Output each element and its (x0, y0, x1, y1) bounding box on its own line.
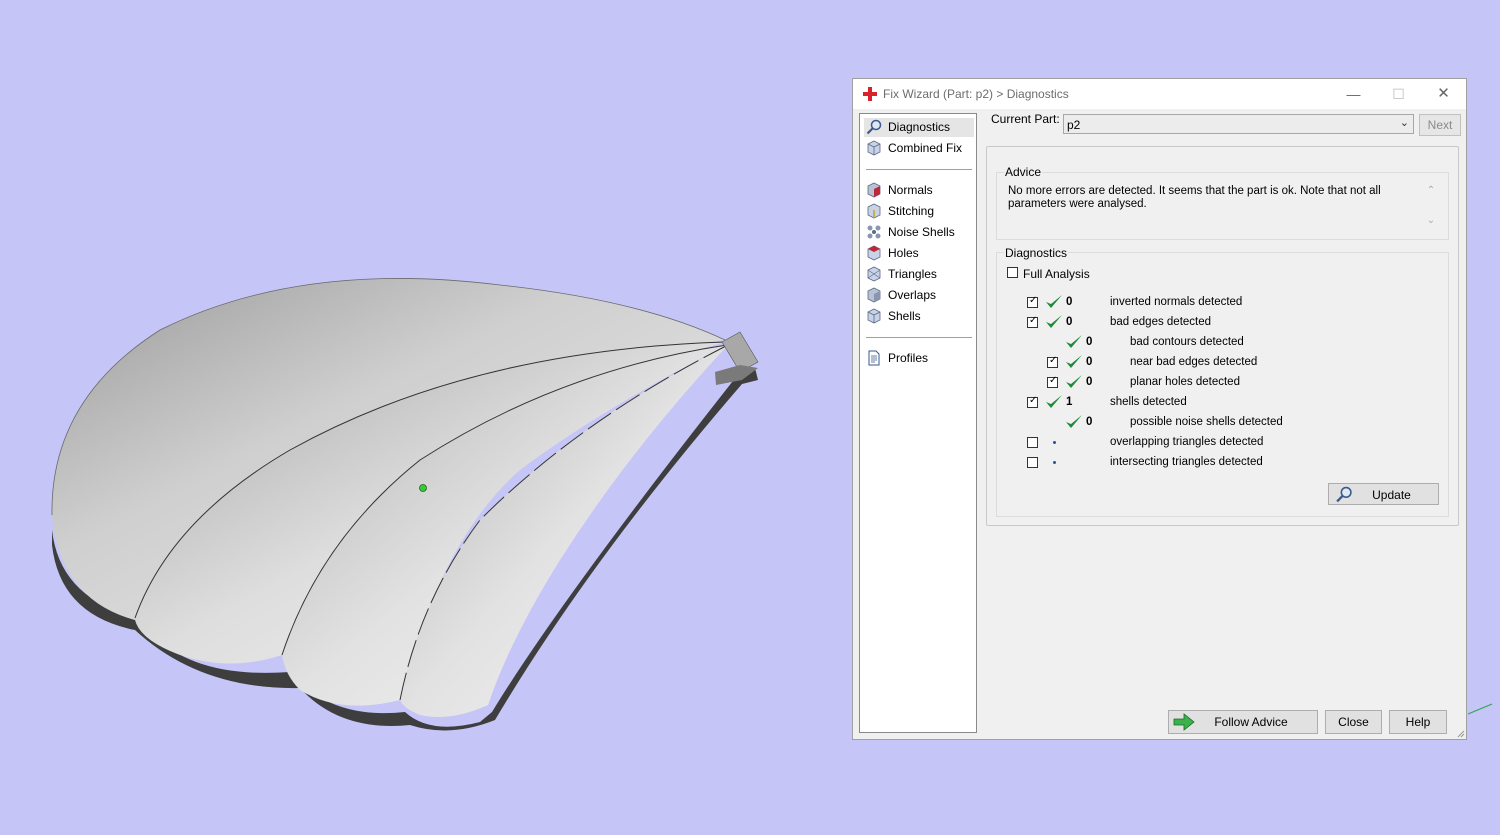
green-check-icon (1046, 295, 1062, 308)
green-check-icon (1046, 315, 1062, 328)
shells-cube-icon (867, 308, 881, 324)
shells-label: shells detected (1110, 396, 1187, 408)
nav-item-stitching[interactable]: Stitching (864, 202, 974, 221)
green-check-icon (1066, 415, 1082, 428)
planar-holes-label: planar holes detected (1130, 376, 1240, 388)
advice-title: Advice (1004, 165, 1043, 179)
intersecting-triangles-label: intersecting triangles detected (1110, 456, 1263, 468)
document-icon (868, 350, 880, 366)
chevron-down-icon: ⌄ (1399, 117, 1409, 129)
green-check-icon (1046, 395, 1062, 408)
overlaps-cube-icon (867, 287, 881, 303)
intersecting-triangles-checkbox[interactable] (1027, 457, 1038, 468)
noise-shells-label: possible noise shells detected (1130, 416, 1283, 428)
bad-edges-label: bad edges detected (1110, 316, 1212, 328)
nav-item-profiles[interactable]: Profiles (864, 349, 974, 368)
nav-item-combined-fix[interactable]: Combined Fix (864, 139, 974, 158)
current-part-value: p2 (1067, 118, 1081, 132)
near-bad-edges-label: near bad edges detected (1130, 356, 1258, 368)
nav-item-normals[interactable]: Normals (864, 181, 974, 200)
bad-contours-count: 0 (1086, 336, 1093, 348)
stitching-cube-icon (867, 203, 881, 219)
pending-dot-icon (1053, 441, 1056, 444)
cube-icon (867, 140, 881, 156)
bad-edges-count: 0 (1066, 316, 1073, 328)
maximize-button[interactable]: ☐ (1376, 79, 1421, 109)
magnifier-icon (866, 119, 882, 135)
nav-item-noise-shells[interactable]: Noise Shells (864, 223, 974, 242)
red-cross-icon (863, 87, 877, 101)
update-button[interactable]: Update (1328, 483, 1439, 505)
scroll-down-icon[interactable]: ⌄ (1423, 215, 1439, 226)
axis-indicator (1467, 703, 1493, 715)
shells-count: 1 (1066, 396, 1073, 408)
nav-item-diagnostics[interactable]: Diagnostics (864, 118, 974, 137)
noise-shells-count: 0 (1086, 416, 1093, 428)
close-window-button[interactable]: ✕ (1421, 79, 1466, 109)
close-button[interactable]: Close (1325, 710, 1382, 734)
next-button[interactable]: Next (1419, 114, 1461, 136)
green-check-icon (1066, 375, 1082, 388)
inverted-normals-label: inverted normals detected (1110, 296, 1243, 308)
pending-dot-icon (1053, 461, 1056, 464)
advice-text: No more errors are detected. It seems th… (1008, 185, 1381, 210)
planar-holes-checkbox[interactable]: ✓ (1047, 375, 1058, 388)
holes-cube-icon (867, 245, 881, 261)
part-model[interactable] (0, 0, 850, 832)
full-analysis-label: Full Analysis (1023, 267, 1090, 281)
nav-item-shells[interactable]: Shells (864, 307, 974, 326)
full-analysis-checkbox[interactable] (1007, 267, 1018, 278)
current-part-label: Current Part: (991, 112, 1060, 126)
overlapping-triangles-checkbox[interactable] (1027, 437, 1038, 448)
follow-advice-button[interactable]: Follow Advice (1168, 710, 1318, 734)
resize-grip-icon[interactable] (1455, 728, 1465, 738)
green-check-icon (1066, 335, 1082, 348)
current-part-select[interactable]: p2 ⌄ (1063, 114, 1414, 134)
wizard-nav: Diagnostics Combined Fix Normals Stitchi… (859, 113, 977, 733)
bad-edges-checkbox[interactable]: ✓ (1027, 315, 1038, 328)
title-bar[interactable]: Fix Wizard (Part: p2) > Diagnostics — ☐ … (853, 79, 1466, 109)
minimize-button[interactable]: — (1331, 79, 1376, 109)
nav-item-holes[interactable]: Holes (864, 244, 974, 263)
advice-scrollbar[interactable]: ⌃ ⌄ (1423, 185, 1439, 233)
planar-holes-count: 0 (1086, 376, 1093, 388)
inverted-normals-checkbox[interactable]: ✓ (1027, 295, 1038, 308)
dialog-title: Fix Wizard (Part: p2) > Diagnostics (883, 87, 1069, 101)
bad-contours-label: bad contours detected (1130, 336, 1244, 348)
help-button[interactable]: Help (1389, 710, 1447, 734)
scroll-up-icon[interactable]: ⌃ (1423, 185, 1439, 196)
normals-cube-icon (867, 182, 881, 198)
near-bad-edges-checkbox[interactable]: ✓ (1047, 355, 1058, 368)
noise-shells-icon (867, 225, 881, 239)
triangles-cube-icon (867, 266, 881, 282)
diagnostics-title: Diagnostics (1004, 246, 1069, 260)
overlapping-triangles-label: overlapping triangles detected (1110, 436, 1264, 448)
nav-item-triangles[interactable]: Triangles (864, 265, 974, 284)
inverted-normals-count: 0 (1066, 296, 1073, 308)
fix-wizard-dialog: Fix Wizard (Part: p2) > Diagnostics — ☐ … (852, 78, 1467, 740)
green-check-icon (1066, 355, 1082, 368)
nav-item-overlaps[interactable]: Overlaps (864, 286, 974, 305)
near-bad-edges-count: 0 (1086, 356, 1093, 368)
3d-viewport[interactable] (0, 0, 850, 832)
nav-separator (866, 169, 972, 170)
shells-checkbox[interactable]: ✓ (1027, 395, 1038, 408)
nav-separator (866, 337, 972, 338)
